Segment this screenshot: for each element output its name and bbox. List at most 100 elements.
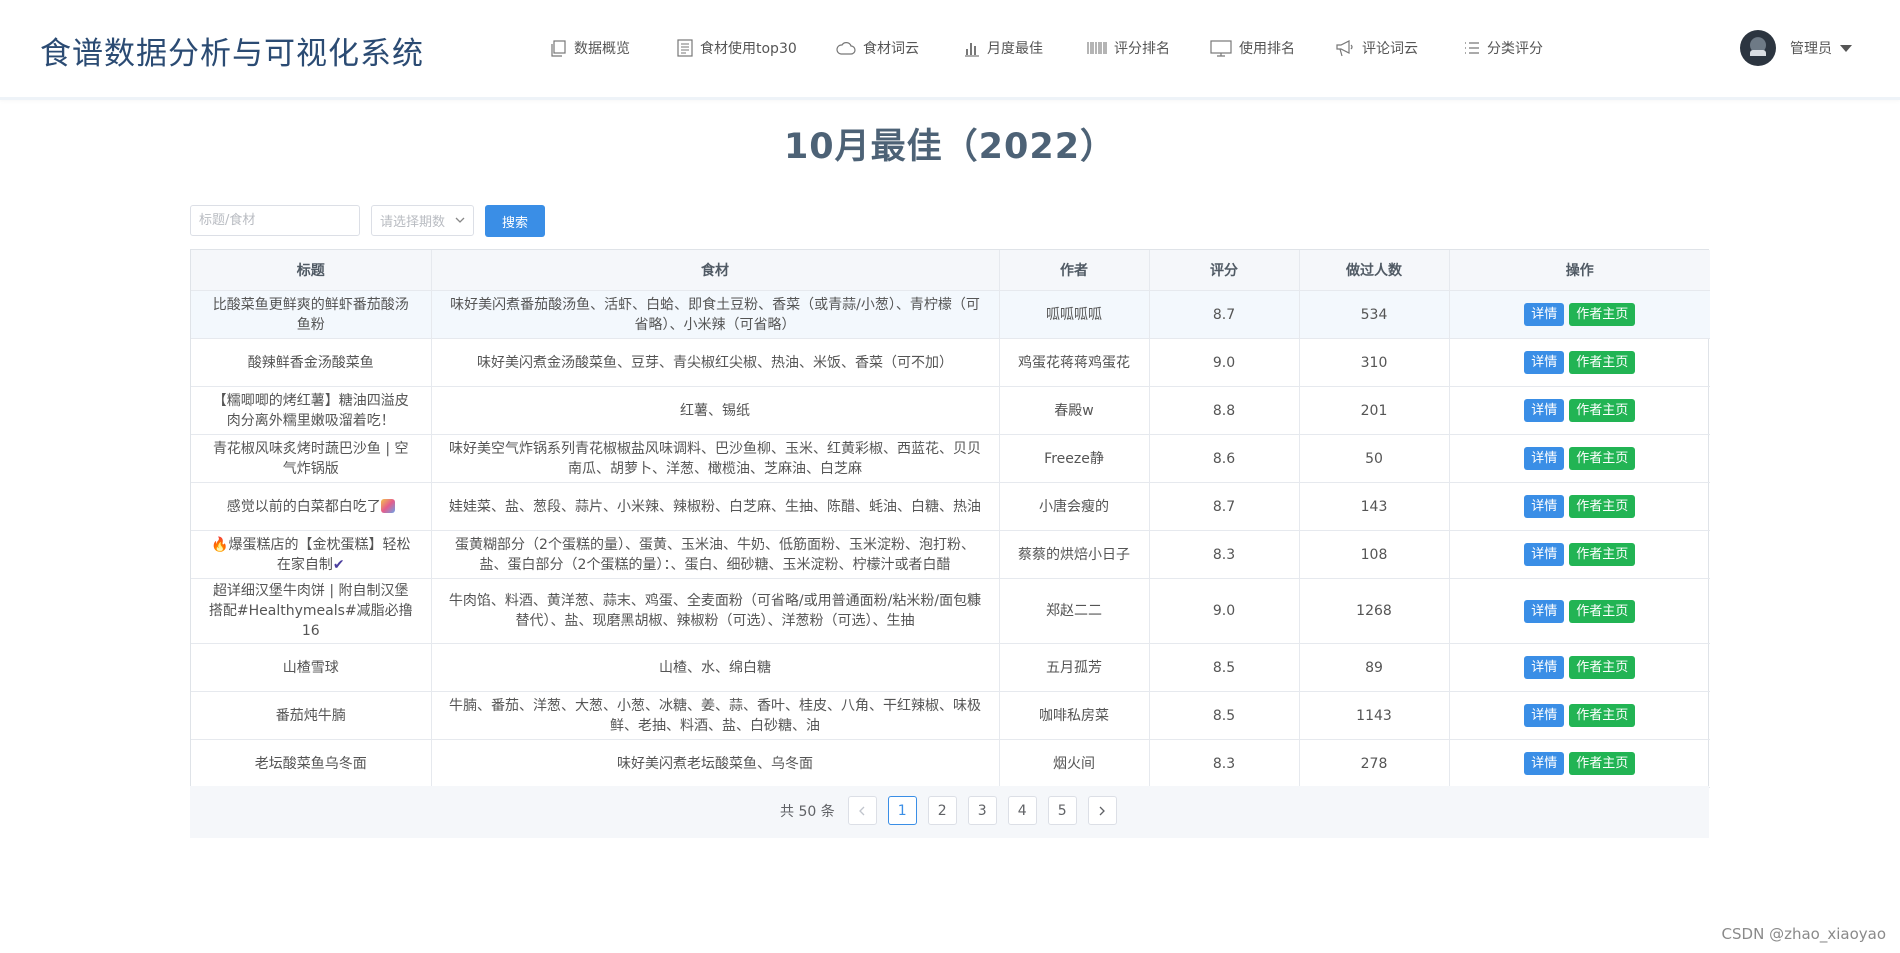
cell-actions: 详情 作者主页	[1449, 578, 1710, 644]
cell-actions: 详情 作者主页	[1449, 434, 1710, 483]
nav-label: 使用排名	[1239, 41, 1295, 57]
detail-button[interactable]: 详情	[1524, 704, 1565, 727]
search-input[interactable]	[190, 205, 360, 236]
column-header-title: 标题	[191, 250, 432, 291]
next-page-button[interactable]	[1087, 796, 1117, 825]
detail-button[interactable]: 详情	[1524, 447, 1565, 470]
total-count: 共 50 条	[780, 803, 835, 820]
cell-score: 8.7	[1149, 290, 1300, 339]
prev-page-button[interactable]	[847, 796, 877, 825]
nav-item-monthly-best[interactable]: 月度最佳	[964, 34, 1043, 62]
cell-score: 9.0	[1149, 338, 1300, 387]
cell-ingredients: 山楂、水、绵白糖	[431, 643, 1000, 692]
cell-actions: 详情 作者主页	[1449, 643, 1710, 692]
cell-actions: 详情 作者主页	[1449, 530, 1710, 579]
nav-item-category-score[interactable]: 分类评分	[1464, 34, 1543, 62]
detail-button[interactable]: 详情	[1524, 303, 1565, 326]
document-list-icon	[677, 39, 693, 57]
table-header-row: 标题 食材 作者 评分 做过人数 操作	[191, 250, 1710, 291]
barcode-icon	[1087, 42, 1107, 54]
table-row: 酸辣鲜香金汤酸菜鱼 味好美闪煮金汤酸菜鱼、豆芽、青尖椒红尖椒、热油、米饭、香菜（…	[191, 338, 1710, 387]
detail-button[interactable]: 详情	[1524, 351, 1565, 374]
nav-item-top30[interactable]: 食材使用top30	[677, 34, 797, 62]
chevron-right-icon	[1099, 806, 1106, 815]
table-row: 超详细汉堡牛肉饼 | 附自制汉堡搭配#Healthymeals#减脂必撸16 牛…	[191, 578, 1710, 644]
author-page-button[interactable]: 作者主页	[1569, 399, 1636, 422]
period-select[interactable]: 请选择期数	[371, 205, 474, 236]
search-button[interactable]: 搜索	[485, 205, 545, 237]
table-row: 感觉以前的白菜都白吃了 娃娃菜、盐、葱段、蒜片、小米辣、辣椒粉、白芝麻、生抽、陈…	[191, 482, 1710, 531]
column-header-ingredients: 食材	[431, 250, 1000, 291]
cell-score: 8.7	[1149, 482, 1300, 531]
cell-title: 酸辣鲜香金汤酸菜鱼	[191, 338, 432, 387]
cell-actions: 详情 作者主页	[1449, 482, 1710, 531]
detail-button[interactable]: 详情	[1524, 752, 1565, 775]
author-page-button[interactable]: 作者主页	[1569, 351, 1636, 374]
cell-count: 310	[1299, 338, 1450, 387]
cell-ingredients: 牛肉馅、料酒、黄洋葱、蒜末、鸡蛋、全麦面粉（可省略/或用普通面粉/粘米粉/面包糠…	[431, 578, 1000, 644]
author-page-button[interactable]: 作者主页	[1569, 599, 1636, 623]
page-button[interactable]: 1	[887, 796, 917, 825]
cell-count: 278	[1299, 739, 1450, 788]
nav-item-ingredient-cloud[interactable]: 食材词云	[836, 34, 919, 62]
watermark: CSDN @zhao_xiaoyao	[1721, 925, 1886, 943]
fire-icon: 🔥	[211, 536, 229, 553]
detail-button[interactable]: 详情	[1524, 656, 1565, 679]
cell-author: 郑赵二二	[999, 578, 1150, 644]
nav-label: 评分排名	[1114, 41, 1170, 57]
cell-title: 感觉以前的白菜都白吃了	[191, 482, 432, 531]
cell-author: 蔡蔡的烘焙小日子	[999, 530, 1150, 579]
caret-down-icon[interactable]	[1840, 44, 1852, 52]
avatar[interactable]	[1740, 30, 1776, 66]
nav-item-overview[interactable]: 数据概览	[550, 34, 630, 62]
table-row: 老坛酸菜鱼乌冬面 味好美闪煮老坛酸菜鱼、乌冬面 烟火间 8.3 278 详情 作者…	[191, 739, 1710, 788]
cell-title: 🔥爆蛋糕店的【金枕蛋糕】轻松在家自制✔	[191, 530, 432, 579]
cell-score: 8.5	[1149, 643, 1300, 692]
detail-button[interactable]: 详情	[1524, 599, 1565, 623]
author-page-button[interactable]: 作者主页	[1569, 447, 1636, 470]
cell-author: 鸡蛋花蒋蒋鸡蛋花	[999, 338, 1150, 387]
cell-score: 8.3	[1149, 530, 1300, 579]
nav-item-comment-cloud[interactable]: 评论词云	[1336, 34, 1418, 62]
cell-author: 春殿w	[999, 386, 1150, 435]
cell-actions: 详情 作者主页	[1449, 338, 1710, 387]
top-header: 食谱数据分析与可视化系统 数据概览 食材使用top30 食材词云 月度最佳 评分…	[0, 0, 1900, 100]
cell-count: 1143	[1299, 691, 1450, 740]
author-page-button[interactable]: 作者主页	[1569, 704, 1636, 727]
column-header-score: 评分	[1149, 250, 1300, 291]
cell-title: 【糯唧唧的烤红薯】糖油四溢皮肉分离外糯里嫩吸溜着吃！	[191, 386, 432, 435]
detail-button[interactable]: 详情	[1524, 495, 1565, 518]
cell-count: 108	[1299, 530, 1450, 579]
page-button[interactable]: 2	[927, 796, 957, 825]
cell-actions: 详情 作者主页	[1449, 691, 1710, 740]
cell-count: 89	[1299, 643, 1450, 692]
detail-button[interactable]: 详情	[1524, 543, 1565, 566]
author-page-button[interactable]: 作者主页	[1569, 656, 1636, 679]
nav-label: 评论词云	[1362, 41, 1418, 57]
page-button[interactable]: 3	[967, 796, 997, 825]
nav-item-score-rank[interactable]: 评分排名	[1087, 34, 1170, 62]
author-page-button[interactable]: 作者主页	[1569, 752, 1636, 775]
author-page-button[interactable]: 作者主页	[1569, 495, 1636, 518]
user-menu[interactable]: 管理员	[1740, 30, 1852, 66]
cell-ingredients: 味好美闪煮番茄酸汤鱼、活虾、白蛤、即食土豆粉、香菜（或青蒜/小葱）、青柠檬（可省…	[431, 290, 1000, 339]
table-row: 山楂雪球 山楂、水、绵白糖 五月孤芳 8.5 89 详情 作者主页	[191, 643, 1710, 692]
column-header-count: 做过人数	[1299, 250, 1450, 291]
pagination: 共 50 条 1 2 3 4 5	[780, 796, 1128, 825]
app-title: 食谱数据分析与可视化系统	[40, 36, 424, 72]
cell-actions: 详情 作者主页	[1449, 386, 1710, 435]
nav-label: 数据概览	[574, 41, 630, 57]
bar-chart-icon	[965, 42, 979, 57]
table-row: 【糯唧唧的烤红薯】糖油四溢皮肉分离外糯里嫩吸溜着吃！ 红薯、锡纸 春殿w 8.8…	[191, 386, 1710, 435]
cell-author: 咖啡私房菜	[999, 691, 1150, 740]
detail-button[interactable]: 详情	[1524, 399, 1565, 422]
author-page-button[interactable]: 作者主页	[1569, 303, 1636, 326]
check-icon: ✔	[332, 556, 345, 573]
author-page-button[interactable]: 作者主页	[1569, 543, 1636, 566]
column-header-actions: 操作	[1449, 250, 1710, 291]
page-button[interactable]: 5	[1047, 796, 1077, 825]
nav-item-usage-rank[interactable]: 使用排名	[1210, 34, 1295, 62]
page-button[interactable]: 4	[1007, 796, 1037, 825]
column-header-author: 作者	[999, 250, 1150, 291]
cell-author: 呱呱呱呱	[999, 290, 1150, 339]
